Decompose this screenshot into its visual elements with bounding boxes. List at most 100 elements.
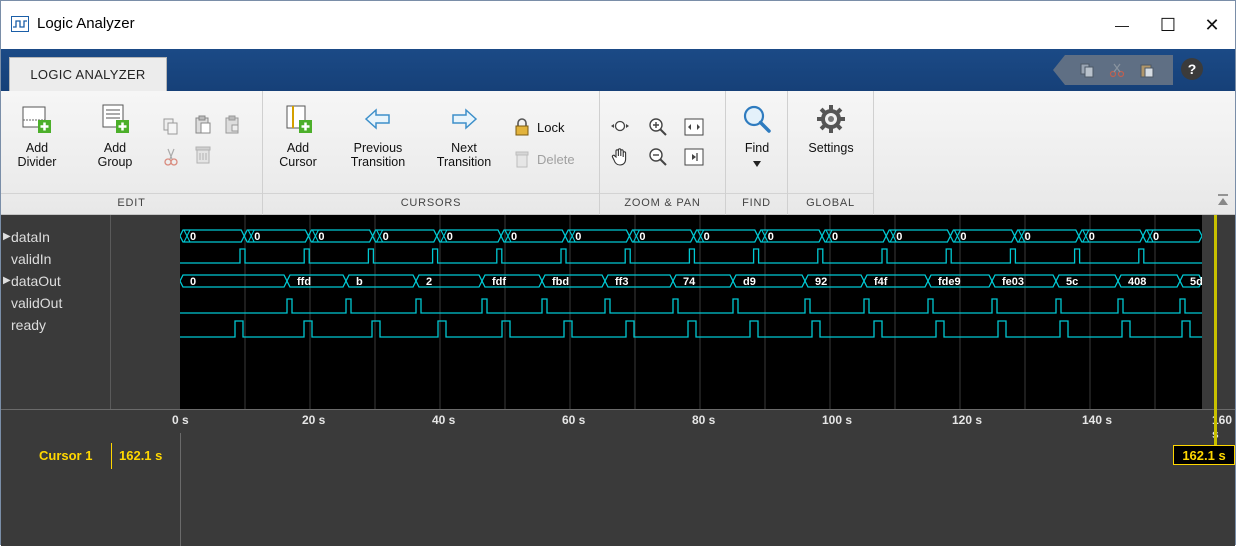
lock-label: Lock (537, 119, 565, 135)
bus-segment (286, 274, 347, 288)
signal-validout-row[interactable]: validOut (11, 295, 62, 311)
bus-value-label: 0 (254, 231, 260, 243)
cursor-separator (111, 443, 112, 469)
axis-tick-label: 140 s (1082, 413, 1113, 427)
previous-transition-button[interactable]: Previous Transition (341, 103, 415, 169)
collapse-ribbon-icon[interactable] (1217, 194, 1229, 206)
minimize-button[interactable]: — (1099, 9, 1145, 41)
bus-value-label: ff3 (615, 276, 628, 288)
zoom-in-icon[interactable] (648, 117, 668, 137)
bus-value-label: fde9 (938, 276, 961, 288)
zoom-pan-section: ZOOM & PAN (600, 91, 726, 215)
dropdown-arrow-icon (753, 161, 761, 167)
signal-ready-row[interactable]: ready (11, 317, 46, 333)
bus-value-label: 0 (768, 231, 774, 243)
expand-arrow-icon[interactable]: ▶ (3, 275, 11, 286)
signal-dataout-row[interactable]: ▶ dataOut (3, 273, 61, 289)
add-divider-label: Add Divider (17, 141, 57, 169)
bus-value-label: 0 (1025, 231, 1031, 243)
copy-icon[interactable] (1079, 62, 1095, 78)
delete-cursor-button[interactable]: Delete (513, 149, 575, 169)
add-divider-button[interactable]: Add Divider (11, 103, 63, 169)
copy-icon[interactable] (161, 117, 181, 137)
next-transition-button[interactable]: Next Transition (427, 103, 501, 169)
bus-value-label: 0 (190, 231, 196, 243)
bus-value-label: 0 (190, 276, 196, 288)
lock-button[interactable]: Lock (513, 117, 564, 137)
close-button[interactable]: ✕ (1189, 9, 1235, 41)
cut-icon[interactable] (1109, 62, 1125, 78)
bus-segment (481, 274, 543, 288)
add-cursor-icon (286, 105, 312, 133)
cursors-section: Add Cursor Previous Transition Next Tran… (263, 91, 600, 215)
bus-value-label: 0 (447, 231, 453, 243)
window-title: Logic Analyzer (37, 15, 135, 32)
waveform-right-margin (1202, 215, 1235, 409)
find-button[interactable]: Find (732, 103, 782, 168)
add-group-button[interactable]: Add Group (93, 103, 137, 169)
axis-tick-label: 0 s (172, 413, 189, 427)
fit-to-view-icon[interactable] (684, 117, 704, 137)
bus-segment (672, 274, 734, 288)
minimize-icon: — (1115, 17, 1129, 33)
waveform-display[interactable]: 0 0 0 0 0 0 0 0 0 0 0 0 0 0 0 0 0 ffd b 2 fdf fbd ff3 74 d9 92 f4f… (180, 215, 1202, 409)
signal-value-column (110, 215, 180, 409)
left-arrow-icon (364, 108, 390, 130)
bus-value-label: fe03 (1002, 276, 1024, 288)
axis-tick-label: 40 s (432, 413, 456, 427)
delete-icon[interactable] (193, 145, 213, 165)
cursor-time-box[interactable]: 162.1 s (1173, 445, 1235, 465)
expand-arrow-icon[interactable]: ▶ (3, 231, 11, 242)
bus-value-label: d9 (743, 276, 756, 288)
pulse-trace (180, 298, 1202, 314)
lock-icon (515, 118, 529, 136)
add-divider-icon (22, 106, 51, 133)
bus-value-label: f4f (874, 276, 888, 288)
cursor-line[interactable] (1214, 215, 1217, 447)
paste-icon[interactable] (1139, 62, 1155, 78)
delete-label: Delete (537, 151, 575, 167)
signal-name: validIn (11, 251, 52, 267)
signal-validin-row[interactable]: validIn (11, 251, 51, 267)
add-group-label: Add Group (97, 141, 133, 169)
bus-segment (804, 274, 865, 288)
axis-tick-label: 100 s (822, 413, 853, 427)
settings-button[interactable]: Settings (800, 103, 862, 155)
time-axis: 0 s20 s40 s60 s80 s100 s120 s140 s160 s (172, 413, 1232, 441)
tab-logic-analyzer[interactable]: LOGIC ANALYZER (9, 57, 167, 91)
scale-to-end-icon[interactable] (684, 147, 704, 167)
find-section-label: FIND (726, 193, 787, 213)
bus-value-label: 0 (960, 231, 966, 243)
bus-value-label: 74 (683, 276, 696, 288)
signal-name: ready (11, 317, 47, 333)
panel-divider (1, 409, 1235, 410)
paste-icon[interactable] (193, 115, 213, 135)
zoom-x-icon[interactable] (610, 117, 630, 137)
pan-hand-icon[interactable] (610, 147, 630, 167)
edit-section-label: EDIT (1, 193, 262, 213)
bus-value-label: b (356, 276, 363, 288)
bus-value-label: 0 (639, 231, 645, 243)
column-divider (180, 433, 181, 546)
cut-icon[interactable] (161, 147, 181, 167)
delete-icon (515, 151, 529, 168)
close-icon: ✕ (1204, 14, 1220, 35)
help-button[interactable]: ? (1181, 58, 1203, 80)
bus-value-label: fdf (492, 276, 506, 288)
maximize-button[interactable]: ☐ (1145, 9, 1191, 41)
signal-datain-row[interactable]: ▶ dataIn (3, 229, 50, 245)
ribbon-toolbar: Add Divider Add Group EDIT Add Cursor Pr… (1, 91, 1235, 215)
bus-value-label: 0 (318, 231, 324, 243)
add-cursor-button[interactable]: Add Cursor (275, 103, 321, 169)
paste-special-icon[interactable] (223, 115, 243, 135)
bus-value-label: 5dd (1190, 276, 1202, 288)
zoom-out-icon[interactable] (648, 147, 668, 167)
quick-access-toolbar (1053, 55, 1173, 85)
add-cursor-label: Add Cursor (279, 141, 317, 169)
find-label: Find (744, 141, 770, 155)
signal-name: dataIn (11, 229, 50, 245)
bus-value-label: 408 (1128, 276, 1146, 288)
settings-label: Settings (808, 141, 854, 155)
global-section-label: GLOBAL (788, 193, 873, 213)
bus-value-label: 0 (511, 231, 517, 243)
